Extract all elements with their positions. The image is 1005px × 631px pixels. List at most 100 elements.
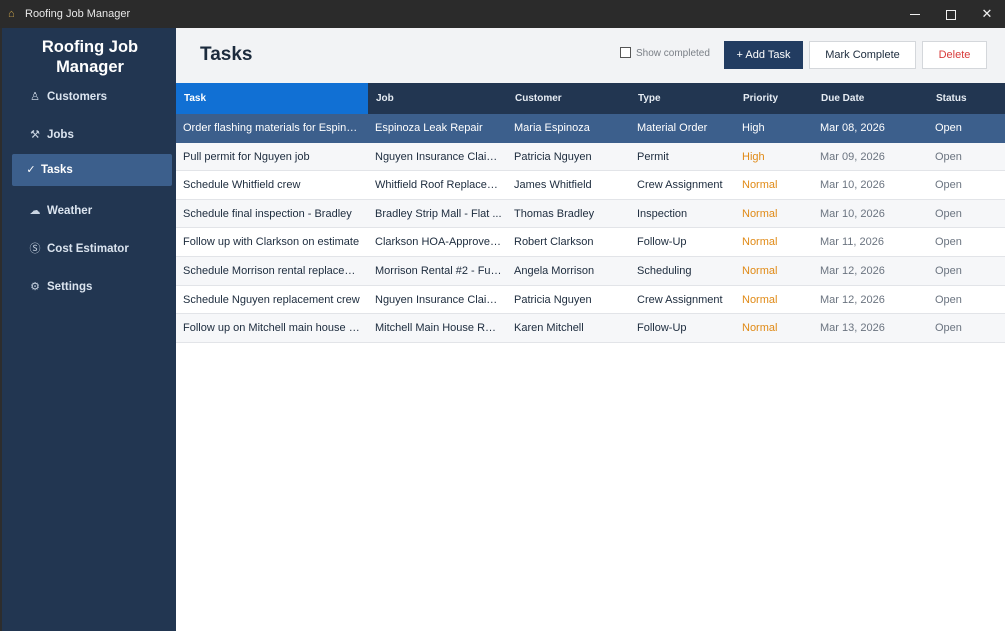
maximize-icon (946, 9, 956, 20)
cell-type: Permit (637, 150, 669, 163)
cell-customer: Patricia Nguyen (514, 293, 592, 306)
close-icon: ✕ (981, 6, 993, 21)
cell-priority: Normal (742, 236, 778, 249)
table-row[interactable]: Order flashing materials for Espinoza Esp… (176, 114, 1005, 143)
maximize-button[interactable] (933, 0, 969, 28)
cell-due: Mar 13, 2026 (820, 322, 885, 335)
sidebar-item-weather[interactable]: ☁ Weather (12, 195, 172, 227)
window-title: Roofing Job Manager (25, 8, 131, 20)
cell-task: Schedule Nguyen replacement crew (183, 293, 360, 306)
app-brand: Roofing Job Manager (2, 37, 178, 77)
cell-due: Mar 12, 2026 (820, 265, 885, 277)
cell-due: Mar 11, 2026 (820, 236, 885, 249)
gear-icon: ⚙ (30, 281, 40, 293)
calculator-icon: Ⓢ (29, 243, 41, 255)
minimize-button[interactable] (897, 0, 933, 28)
sidebar-item-label: Settings (47, 281, 93, 293)
sidebar-item-jobs[interactable]: ⚒ Jobs (12, 119, 172, 151)
add-task-button[interactable]: + Add Task (724, 41, 803, 69)
cell-due: Mar 08, 2026 (820, 122, 885, 134)
cell-priority: High (742, 122, 765, 134)
cell-type: Inspection (637, 207, 688, 220)
cell-customer: Karen Mitchell (514, 322, 584, 335)
column-header-priority[interactable]: Priority (735, 83, 813, 114)
table-row[interactable]: Schedule Morrison rental replaceme... Mor… (176, 257, 1005, 286)
hammer-icon: ⚒ (30, 129, 40, 141)
cell-customer: Maria Espinoza (514, 122, 590, 134)
cell-priority: Normal (742, 322, 778, 335)
close-button[interactable]: ✕ (969, 0, 1005, 28)
cell-status: Open (935, 293, 962, 306)
cell-job: Bradley Strip Mall - Flat ... (375, 207, 502, 220)
cell-type: Material Order (637, 122, 708, 134)
show-completed-checkbox[interactable]: Show completed (620, 47, 710, 59)
checkbox-box[interactable] (620, 47, 631, 58)
sidebar: Roofing Job Manager ♙ Customers ⚒ Jobs ✓ Task… (0, 28, 176, 631)
cell-priority: Normal (742, 207, 778, 220)
sidebar-item-label: Tasks (41, 164, 73, 176)
cell-customer: Angela Morrison (514, 265, 595, 277)
cell-status: Open (935, 322, 962, 335)
cell-job: Morrison Rental #2 - Full... (375, 265, 502, 277)
table-header: Task Job Customer Type Priority Due Date Statu… (176, 83, 1005, 114)
column-header-task[interactable]: Task (176, 83, 368, 114)
sidebar-item-label: Cost Estimator (47, 243, 129, 255)
cell-task: Follow up with Clarkson on estimate (183, 236, 360, 249)
cell-job: Clarkson HOA-Approved... (375, 236, 502, 249)
table-row[interactable]: Schedule final inspection - Bradley Bradl… (176, 199, 1005, 229)
table-row[interactable]: Follow up on Mitchell main house es... Mi… (176, 314, 1005, 343)
cell-task: Pull permit for Nguyen job (183, 150, 310, 163)
mark-complete-button[interactable]: Mark Complete (809, 41, 916, 69)
cell-job: Whitfield Roof Replacem... (375, 179, 502, 192)
cell-type: Follow-Up (637, 236, 687, 249)
column-header-due-date[interactable]: Due Date (813, 83, 928, 114)
cloud-icon: ☁ (29, 205, 41, 217)
cell-type: Follow-Up (637, 322, 687, 335)
app-icon: ⌂ (8, 8, 15, 20)
cell-customer: Thomas Bradley (514, 207, 595, 220)
cell-type: Crew Assignment (637, 293, 723, 306)
sidebar-item-cost-estimator[interactable]: Ⓢ Cost Estimator (12, 233, 172, 265)
sidebar-item-label: Customers (47, 91, 108, 103)
brand-line-1: Roofing Job Manager (41, 38, 139, 76)
cell-customer: Robert Clarkson (514, 236, 594, 249)
column-header-status[interactable]: Status (928, 83, 1005, 114)
sidebar-item-label: Weather (47, 205, 93, 217)
cell-job: Nguyen Insurance Claim ... (375, 150, 502, 163)
table-row[interactable]: Pull permit for Nguyen job Nguyen Insuran… (176, 142, 1005, 172)
cell-status: Open (935, 265, 962, 277)
cell-job: Espinoza Leak Repair (375, 122, 483, 134)
cell-type: Crew Assignment (637, 179, 723, 192)
sidebar-item-customers[interactable]: ♙ Customers (12, 81, 172, 113)
cell-priority: Normal (742, 293, 778, 306)
sidebar-item-label: Jobs (47, 129, 74, 141)
table-row[interactable]: Schedule Nguyen replacement crew Nguyen I… (176, 285, 1005, 315)
cell-job: Nguyen Insurance Claim ... (375, 293, 502, 306)
delete-button[interactable]: Delete (922, 41, 987, 69)
sidebar-item-tasks[interactable]: ✓ Tasks (12, 154, 172, 186)
title-bar: ⌂ Roofing Job Manager ✕ (0, 0, 1005, 28)
table-row[interactable]: Schedule Whitfield crew Whitfield Roof Re… (176, 171, 1005, 200)
cell-task: Schedule Whitfield crew (183, 179, 301, 192)
app-window: ⌂ Roofing Job Manager ✕ Roofing Job Mana… (0, 0, 1005, 631)
cell-priority: Normal (742, 179, 778, 192)
cell-status: Open (935, 122, 962, 134)
minimize-icon (910, 14, 920, 16)
customer-icon: ♙ (30, 91, 40, 103)
page-header: Tasks Show completed + Add Task Mark Com… (176, 28, 1005, 83)
sidebar-item-settings[interactable]: ⚙ Settings (12, 271, 172, 303)
cell-priority: Normal (742, 265, 778, 277)
cell-task: Order flashing materials for Espinoza (183, 122, 363, 134)
show-completed-label: Show completed (636, 48, 710, 59)
column-header-type[interactable]: Type (630, 83, 735, 114)
column-header-customer[interactable]: Customer (507, 83, 630, 114)
cell-job: Mitchell Main House Rep... (375, 322, 502, 335)
cell-status: Open (935, 207, 962, 220)
table-row[interactable]: Follow up with Clarkson on estimate Clark… (176, 228, 1005, 257)
cell-status: Open (935, 179, 962, 192)
column-header-job[interactable]: Job (368, 83, 507, 114)
cell-due: Mar 10, 2026 (820, 207, 885, 220)
cell-customer: James Whitfield (514, 179, 592, 192)
cell-task: Follow up on Mitchell main house es... (183, 322, 363, 335)
page-title: Tasks (200, 44, 253, 65)
